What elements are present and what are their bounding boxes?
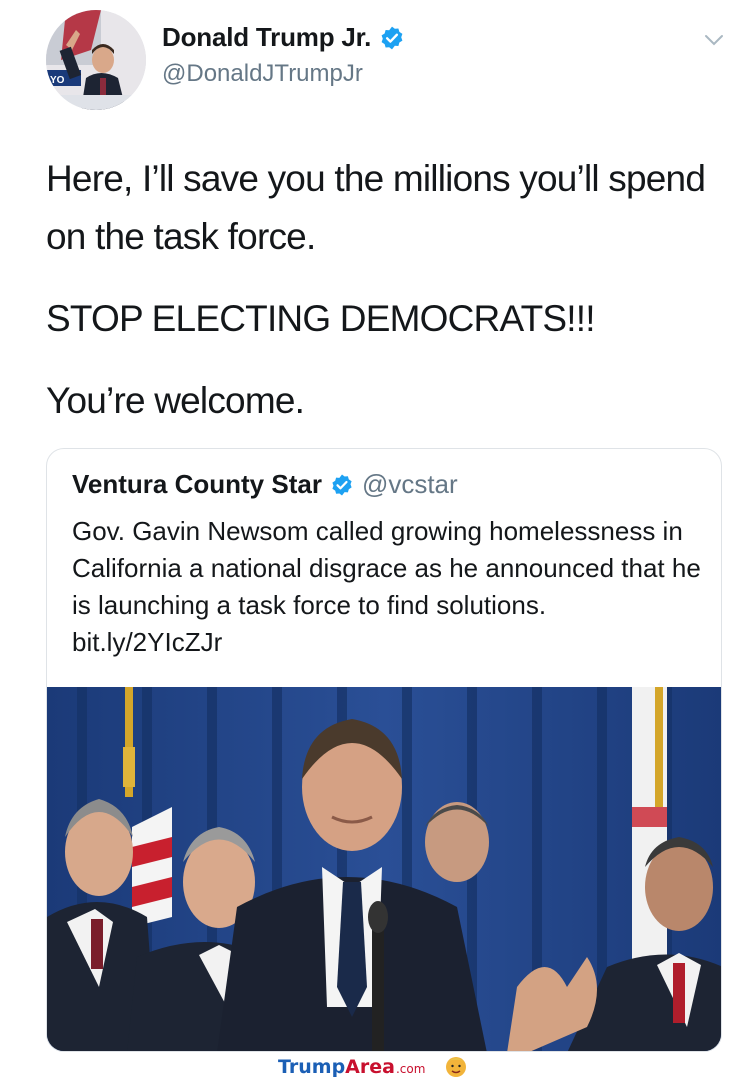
- svg-text:YO: YO: [50, 75, 65, 86]
- quoted-photo[interactable]: [47, 687, 721, 1051]
- trump-face-icon: [446, 1057, 466, 1077]
- tweet-paragraph: You’re welcome.: [46, 380, 305, 421]
- quoted-header: Ventura County Star @vcstar: [72, 469, 458, 500]
- tweet-text: Here, I’ll save you the millions you’ll …: [46, 150, 706, 430]
- author-name-row: Donald Trump Jr.: [162, 22, 405, 53]
- watermark-part1: Trump: [278, 1056, 346, 1078]
- watermark-part2: Area: [345, 1056, 395, 1078]
- tweet-paragraph: Here, I’ll save you the millions you’ll …: [46, 158, 706, 257]
- author-avatar[interactable]: YO: [46, 10, 146, 110]
- tweet-card: YO Donald Trump Jr. @DonaldJTrumpJr Here…: [0, 0, 740, 1052]
- watermark: Trump Area .com: [278, 1056, 425, 1078]
- quoted-author-name: Ventura County Star: [72, 469, 322, 499]
- author-name[interactable]: Donald Trump Jr.: [162, 22, 371, 53]
- quoted-tweet[interactable]: Ventura County Star @vcstar Gov. Gavin N…: [46, 448, 722, 1052]
- quoted-text: Gov. Gavin Newsom called growing homeles…: [72, 516, 701, 657]
- watermark-part3: .com: [395, 1062, 426, 1076]
- press-conference-photo: [47, 687, 721, 1051]
- tweet-paragraph: STOP ELECTING DEMOCRATS!!!: [46, 298, 596, 339]
- chevron-down-icon[interactable]: [702, 30, 726, 50]
- verified-badge-icon: [381, 26, 403, 49]
- verified-badge-icon: [332, 474, 352, 495]
- quoted-author-handle: @vcstar: [361, 469, 458, 499]
- author-handle[interactable]: @DonaldJTrumpJr: [162, 60, 363, 88]
- avatar-photo: YO: [46, 10, 146, 110]
